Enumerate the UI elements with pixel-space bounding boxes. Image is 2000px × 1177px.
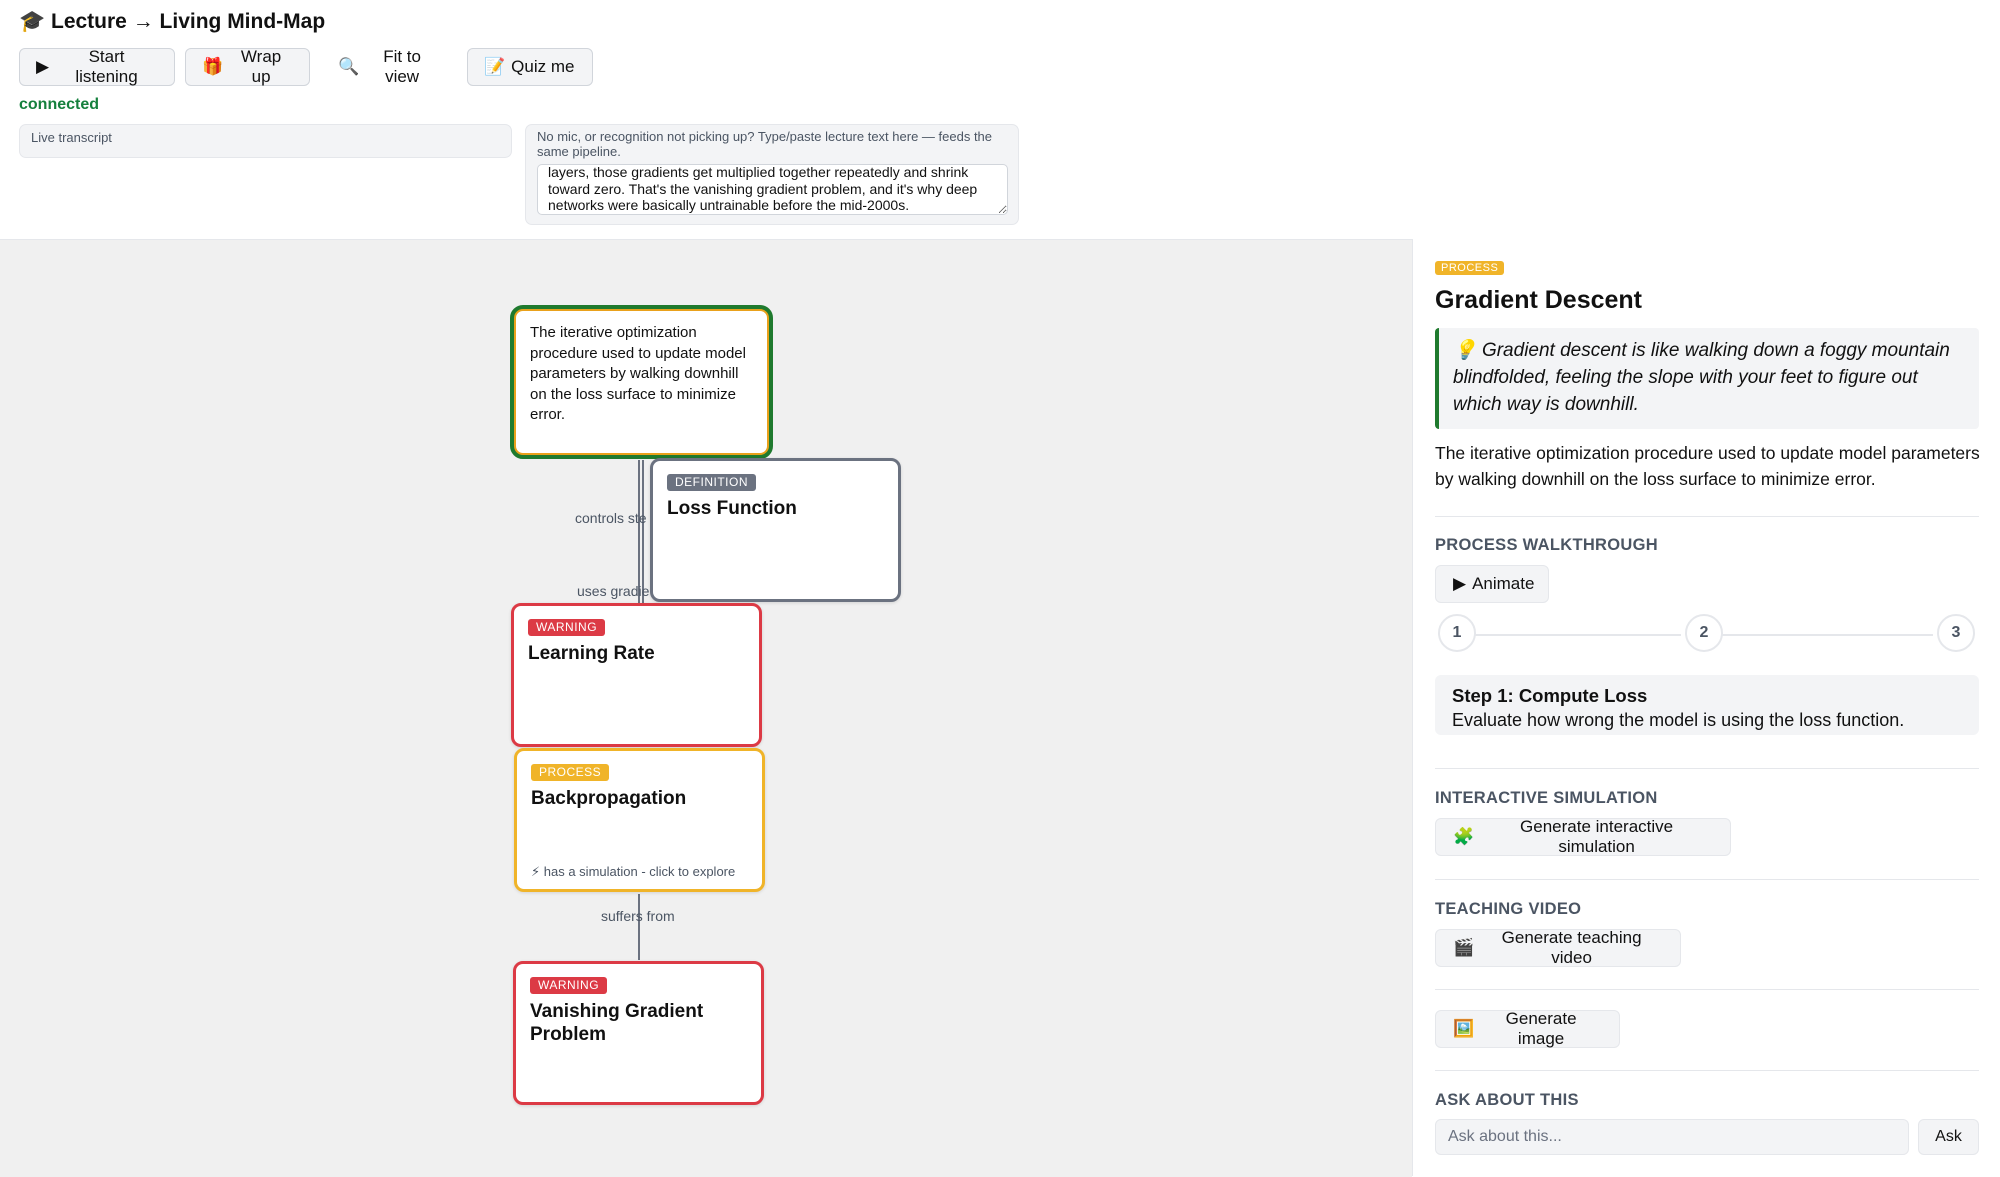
memo-icon: 📝 (484, 57, 506, 76)
quiz-me-button[interactable]: 📝 Quiz me (467, 48, 593, 86)
magnifier-icon: 🔍 (338, 57, 360, 76)
node-backpropagation[interactable]: PROCESS Backpropagation ⚡ has a simulati… (514, 748, 765, 892)
puzzle-icon: 🧩 (1453, 827, 1475, 846)
ask-heading: ASK ABOUT THIS (1435, 1091, 1579, 1109)
detail-panel: PROCESS Gradient Descent 💡 Gradient desc… (1412, 239, 2000, 1176)
manual-text-panel: No mic, or recognition not picking up? T… (525, 124, 1019, 225)
divider (1435, 879, 1979, 880)
live-transcript-box: Live transcript (19, 124, 512, 158)
node-tag: DEFINITION (667, 474, 756, 491)
fit-to-view-button[interactable]: 🔍 Fit to view (321, 47, 456, 86)
framed-picture-icon: 🖼️ (1453, 1019, 1475, 1038)
divider (1435, 768, 1979, 769)
detail-type-tag: PROCESS (1435, 261, 1505, 275)
node-learning-rate[interactable]: WARNING Learning Rate (511, 603, 762, 747)
edge-label-uses: uses gradie (577, 583, 650, 599)
node-tag: PROCESS (531, 764, 610, 781)
start-listening-button[interactable]: ▶ Start listening (19, 47, 175, 86)
play-icon: ▶ (36, 57, 50, 76)
app-title-text: Lecture → Living Mind-Map (51, 10, 326, 33)
step-dot-1[interactable]: 1 (1438, 614, 1476, 652)
step-connector (1475, 634, 1681, 636)
step-progress: 1 2 3 (1435, 614, 1979, 654)
simulation-heading: INTERACTIVE SIMULATION (1435, 789, 1658, 807)
node-description: The iterative optimization procedure use… (530, 324, 746, 423)
edge-label-suffers: suffers from (601, 908, 675, 924)
clapperboard-icon: 🎬 (1453, 938, 1475, 957)
node-loss-function[interactable]: DEFINITION Loss Function (650, 458, 901, 602)
animate-button[interactable]: ▶ Animate (1435, 565, 1549, 603)
graduation-cap-icon: 🎓 (19, 10, 46, 33)
mind-map-canvas[interactable]: controls ste uses gradie suffers from Th… (0, 239, 1412, 1177)
simulation-hint: ⚡ has a simulation - click to explore (531, 864, 736, 879)
node-tag: WARNING (528, 619, 606, 636)
step-connector (1722, 634, 1933, 636)
step-dot-2[interactable]: 2 (1685, 614, 1723, 652)
generate-video-button[interactable]: 🎬 Generate teaching video (1435, 928, 1681, 967)
analogy-text: Gradient descent is like walking down a … (1453, 340, 1950, 415)
play-icon: ▶ (1453, 574, 1467, 593)
node-title: Vanishing Gradient Problem (530, 1001, 704, 1045)
divider (1435, 1070, 1979, 1071)
node-title: Backpropagation (531, 788, 687, 809)
connection-status: connected (19, 96, 100, 113)
walkthrough-heading: PROCESS WALKTHROUGH (1435, 536, 1658, 554)
wrap-up-button[interactable]: 🎁 Wrap up (185, 47, 310, 86)
edge-label-controls: controls ste (575, 510, 647, 526)
manual-text-input[interactable]: layers, those gradients get multiplied t… (537, 164, 1008, 215)
generate-image-button[interactable]: 🖼️ Generate image (1435, 1009, 1620, 1048)
current-step-card: Step 1: Compute Loss Evaluate how wrong … (1435, 675, 1979, 735)
node-tag: WARNING (530, 977, 608, 994)
divider (1435, 516, 1979, 517)
gift-icon: 🎁 (202, 57, 224, 76)
node-vanishing-gradient[interactable]: WARNING Vanishing Gradient Problem (513, 961, 764, 1105)
live-transcript-label: Live transcript (31, 130, 112, 145)
generate-simulation-button[interactable]: 🧩 Generate interactive simulation (1435, 817, 1731, 856)
step-description: Evaluate how wrong the model is using th… (1452, 710, 1905, 730)
detail-summary: The iterative optimization procedure use… (1435, 443, 1980, 489)
divider (1435, 989, 1979, 990)
video-heading: TEACHING VIDEO (1435, 900, 1582, 918)
ask-button[interactable]: Ask (1918, 1119, 1979, 1155)
lightning-icon: ⚡ (531, 864, 541, 879)
step-dot-3[interactable]: 3 (1937, 614, 1975, 652)
node-title: Learning Rate (528, 643, 655, 664)
detail-title: Gradient Descent (1435, 286, 1643, 314)
node-gradient-descent[interactable]: The iterative optimization procedure use… (510, 305, 773, 459)
analogy-callout: 💡 Gradient descent is like walking down … (1435, 328, 1979, 429)
manual-text-hint: No mic, or recognition not picking up? T… (537, 129, 993, 159)
app-title: 🎓 Lecture → Living Mind-Map (19, 10, 325, 34)
lightbulb-icon: 💡 (1453, 340, 1477, 361)
node-title: Loss Function (667, 498, 797, 519)
step-title: Step 1: Compute Loss (1452, 685, 1648, 706)
ask-input[interactable] (1435, 1119, 1909, 1155)
